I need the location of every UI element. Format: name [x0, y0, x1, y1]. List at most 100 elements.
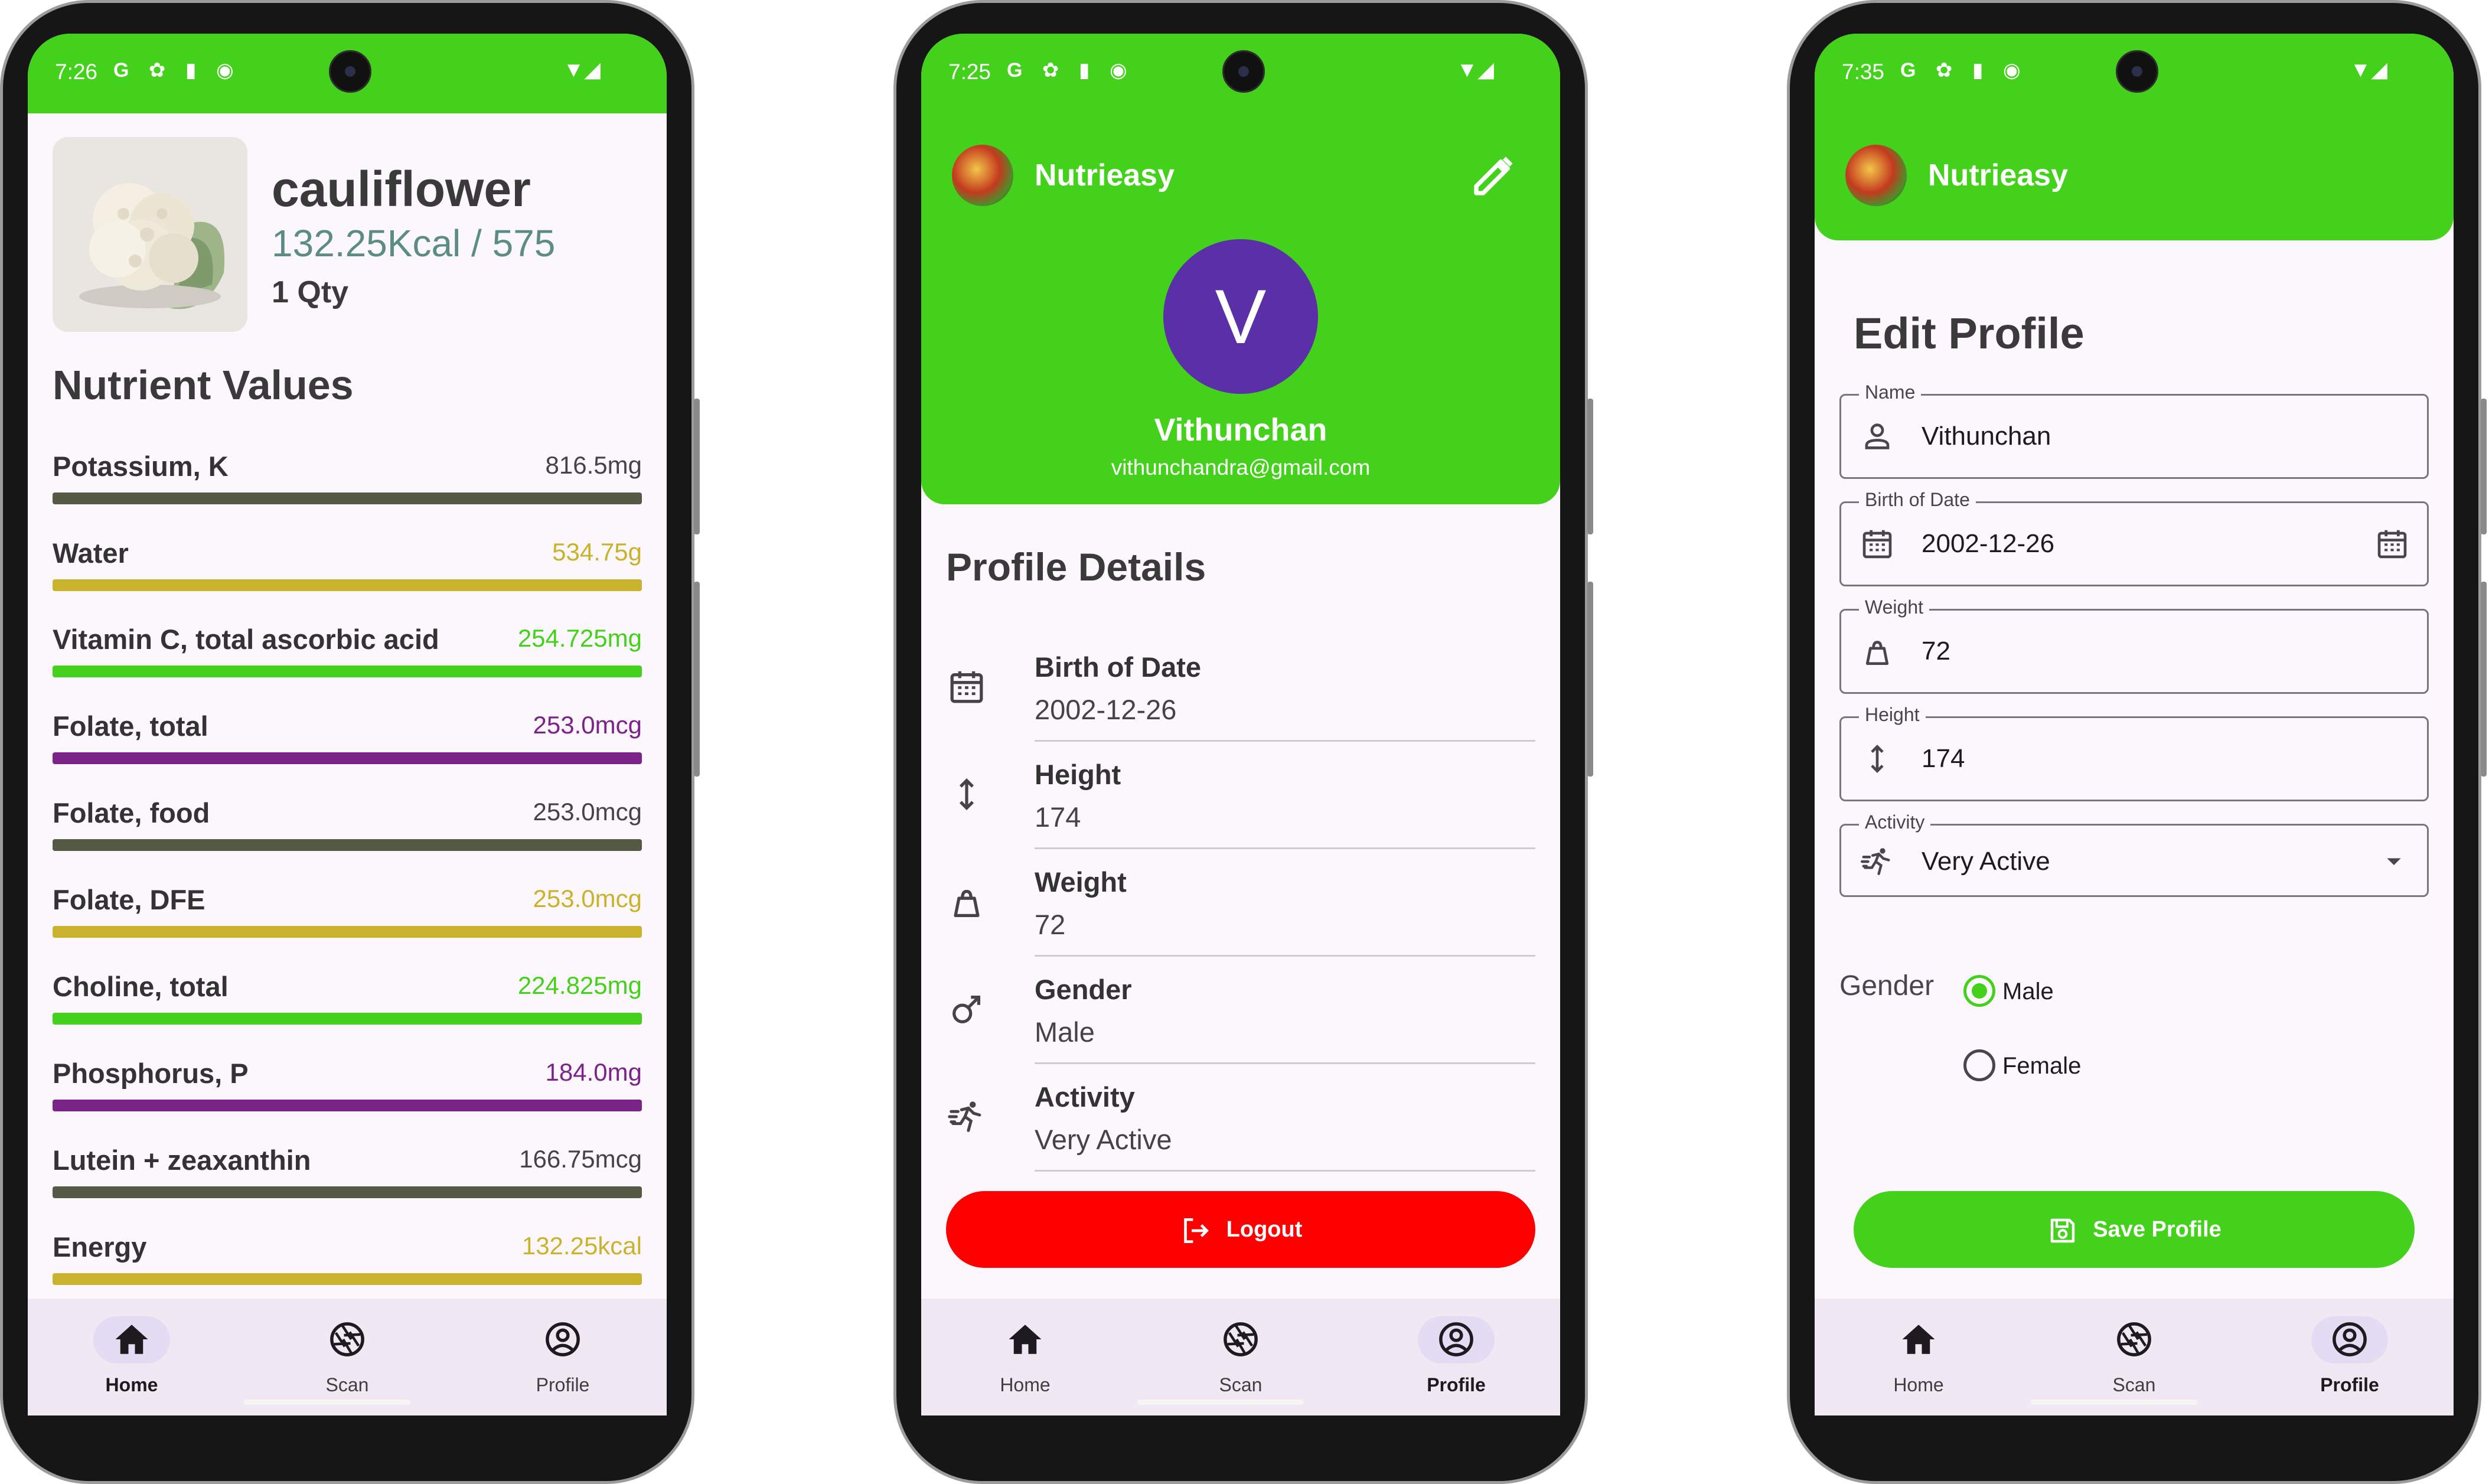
account-circle-icon — [2261, 1320, 2438, 1362]
nutrient-name: Lutein + zeaxanthin — [53, 1144, 311, 1176]
logout-icon — [1183, 1218, 1209, 1243]
detail-row-birth: Birth of Date 2002-12-26 — [946, 634, 1535, 742]
nutrient-name: Folate, food — [53, 797, 210, 829]
nutrient-name: Folate, DFE — [53, 884, 205, 915]
date-picker-icon[interactable] — [2374, 526, 2410, 565]
field-value: Very Active — [1922, 847, 2050, 876]
nav-label: Home — [1000, 1374, 1051, 1395]
app-logo — [952, 145, 1013, 206]
camera-cutout — [329, 50, 371, 93]
status-bar: 7:25 G ✿ ▮ ◉ ▼◢ — [921, 34, 1560, 113]
nav-scan[interactable]: Scan — [2046, 1299, 2223, 1415]
phone-food-detail: 7:26 G ✿ ▮ ◉ ▼◢ cauliflower 132.25Kcal /… — [0, 0, 700, 1484]
bottom-navigation: Home Scan Profile — [28, 1299, 667, 1415]
nutrient-name: Potassium, K — [53, 451, 229, 482]
account-circle-icon — [1368, 1320, 1545, 1362]
status-icons: G ✿ ▮ ◉ — [113, 59, 241, 81]
nav-home[interactable]: Home — [937, 1299, 1114, 1415]
camera-cutout — [2116, 50, 2158, 93]
nutrient-bar — [53, 1273, 642, 1285]
status-bar: 7:35 G ✿ ▮ ◉ ▼◢ — [1815, 34, 2454, 113]
app-name: Nutrieasy — [1928, 158, 2068, 193]
status-bar: 7:26 G ✿ ▮ ◉ ▼◢ — [28, 34, 667, 113]
nutrient-row: Folate, total 253.0mcg — [53, 710, 642, 787]
nav-label: Scan — [325, 1374, 369, 1395]
gender-label: Gender — [1839, 970, 1935, 1002]
home-icon — [1830, 1320, 2007, 1362]
nutrient-row: Folate, food 253.0mcg — [53, 797, 642, 873]
edit-pencil-icon[interactable] — [1470, 152, 1518, 202]
nutrient-bar — [53, 1186, 642, 1198]
wifi-signal-icon: ▼◢ — [1456, 57, 1494, 81]
field-label: Birth of Date — [1859, 489, 1976, 511]
birth-date-field[interactable]: Birth of Date 2002-12-26 — [1839, 489, 2429, 586]
food-image — [53, 137, 247, 332]
running-icon — [946, 1096, 987, 1137]
nutrient-name: Vitamin C, total ascorbic acid — [53, 624, 439, 655]
nutrient-value: 224.825mg — [517, 971, 642, 999]
nutrient-bar — [53, 579, 642, 591]
field-label: Weight — [1859, 596, 1930, 618]
nutrient-value: 816.5mg — [545, 451, 642, 479]
name-field[interactable]: Name Vithunchan — [1839, 381, 2429, 479]
save-label: Save Profile — [2093, 1217, 2221, 1242]
nutrient-value: 253.0mcg — [533, 711, 642, 739]
nav-profile[interactable]: Profile — [1368, 1299, 1545, 1415]
nutrient-row: Lutein + zeaxanthin 166.75mcg — [53, 1144, 642, 1221]
field-label: Name — [1859, 381, 1922, 403]
nutrient-value: 254.725mg — [517, 624, 642, 652]
nutrient-bar — [53, 926, 642, 938]
nutrient-name: Energy — [53, 1231, 147, 1263]
field-value: 2002-12-26 — [1922, 529, 2055, 558]
nutrient-bar — [53, 1100, 642, 1111]
nutrient-name: Phosphorus, P — [53, 1058, 249, 1089]
save-profile-button[interactable]: Save Profile — [1854, 1191, 2415, 1268]
nav-profile[interactable]: Profile — [474, 1299, 651, 1415]
profile-details-title: Profile Details — [946, 545, 1206, 589]
height-field[interactable]: Height 174 — [1839, 704, 2429, 801]
calendar-icon — [946, 666, 987, 707]
nutrient-row: Water 534.75g — [53, 537, 642, 614]
nav-home[interactable]: Home — [1830, 1299, 2007, 1415]
nutrient-value: 534.75g — [552, 538, 642, 566]
logout-button[interactable]: Logout — [946, 1191, 1535, 1268]
nav-label: Profile — [2320, 1374, 2379, 1395]
person-icon — [1859, 418, 1896, 458]
gesture-bar[interactable] — [244, 1400, 410, 1405]
field-label: Height — [1859, 704, 1926, 726]
nav-profile[interactable]: Profile — [2261, 1299, 2438, 1415]
field-label: Activity — [1859, 811, 1931, 833]
nav-scan[interactable]: Scan — [259, 1299, 436, 1415]
gesture-bar[interactable] — [1137, 1400, 1304, 1405]
nav-scan[interactable]: Scan — [1152, 1299, 1329, 1415]
nutrient-row: Vitamin C, total ascorbic acid 254.725mg — [53, 623, 642, 700]
detail-value: Male — [1035, 1016, 1095, 1048]
camera-cutout — [1222, 50, 1265, 93]
screen-food-detail: 7:26 G ✿ ▮ ◉ ▼◢ cauliflower 132.25Kcal /… — [28, 34, 667, 1415]
nutrient-bar — [53, 1013, 642, 1025]
nav-home[interactable]: Home — [43, 1299, 220, 1415]
weight-field[interactable]: Weight 72 — [1839, 596, 2429, 694]
edit-profile-title: Edit Profile — [1854, 309, 2085, 358]
field-value: Vithunchan — [1922, 422, 2051, 451]
radio-male[interactable] — [1963, 975, 1995, 1007]
nutrient-value: 184.0mg — [545, 1058, 642, 1086]
height-icon — [946, 774, 987, 815]
status-time: 7:25 — [948, 60, 991, 84]
gesture-bar[interactable] — [2031, 1400, 2197, 1405]
nutrient-row: Phosphorus, P 184.0mg — [53, 1057, 642, 1134]
detail-row-gender: Gender Male — [946, 957, 1535, 1064]
detail-value: 174 — [1035, 801, 1081, 833]
nutrient-row: Potassium, K 816.5mg — [53, 450, 642, 527]
detail-value: Very Active — [1035, 1124, 1172, 1155]
food-calories: 132.25Kcal / 575 — [272, 222, 556, 265]
camera-shutter-icon — [259, 1320, 436, 1362]
screen-profile: Nutrieasy V Vithunchan vithunchandra@gma… — [921, 34, 1560, 1415]
bottom-navigation: Home Scan Profile — [921, 1299, 1560, 1415]
camera-shutter-icon — [1152, 1320, 1329, 1362]
dropdown-arrow-icon[interactable] — [2377, 844, 2410, 880]
home-icon — [937, 1320, 1114, 1362]
calendar-icon — [1859, 526, 1896, 565]
radio-female[interactable] — [1963, 1049, 1995, 1081]
activity-dropdown[interactable]: Activity Very Active — [1839, 811, 2429, 897]
